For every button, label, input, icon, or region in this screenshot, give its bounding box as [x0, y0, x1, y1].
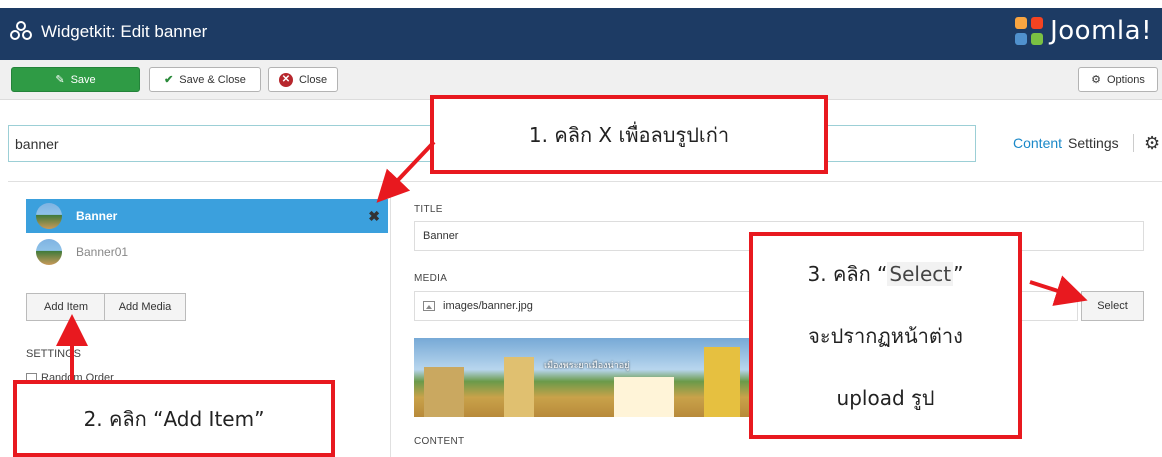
list-item[interactable]: Banner01 [26, 235, 388, 269]
header-top-strip [0, 0, 1162, 8]
page-title: Widgetkit: Edit banner [41, 22, 208, 41]
toolbar: ✎ Save ✔ Save & Close ✕ Close ⚙ Options [0, 60, 1162, 100]
callout-step-3-select-word: Select [887, 262, 954, 286]
callout-step-1: 1. คลิก X เพื่อลบรูปเก่า [430, 95, 828, 174]
temple-shape [504, 357, 534, 417]
save-label: Save [70, 73, 96, 86]
close-label: Close [298, 73, 328, 86]
options-label: Options [1106, 73, 1145, 86]
temple-shape [704, 347, 740, 417]
widgetkit-logo-icon [10, 21, 32, 40]
banner-caption: เมืองพระยาเมืองน่าอยู่ [544, 361, 630, 371]
item-thumbnail [36, 203, 62, 229]
edit-icon: ✎ [55, 74, 65, 86]
settings-heading: SETTINGS [26, 348, 82, 360]
callout-step-3-quote-open: “ [877, 262, 888, 286]
joomla-logo: Joomla! [1012, 14, 1152, 48]
select-button[interactable]: Select [1081, 291, 1144, 321]
callout-step-3: 3. คลิก “Select” จะปรากฏหน้าต่าง upload … [749, 232, 1022, 439]
gear-icon: ⚙ [1091, 74, 1101, 86]
app-header: Widgetkit: Edit banner Joomla! [0, 0, 1162, 60]
callout-step-3-quote-close: ” [953, 262, 964, 286]
title-label: TITLE [414, 204, 443, 215]
callout-step-3-line-2: จะปรากฏหน้าต่าง [808, 324, 963, 348]
save-close-button[interactable]: ✔ Save & Close [149, 67, 261, 92]
item-label: Banner [76, 209, 118, 223]
nav-divider [1132, 134, 1134, 152]
top-nav: Content Settings [1013, 134, 1142, 152]
callout-step-3-prefix: 3. คลิก [807, 262, 878, 286]
callout-step-3-line-3: upload รูป [836, 386, 935, 410]
joomla-brand-text: Joomla! [1050, 16, 1152, 46]
banner-preview-image: เมืองพระยาเมืองน่าอยู่ [414, 338, 753, 417]
item-thumbnail [36, 239, 62, 265]
close-button[interactable]: ✕ Close [268, 67, 338, 92]
add-media-button[interactable]: Add Media [104, 293, 186, 321]
tab-content[interactable]: Content [1013, 135, 1062, 151]
content-label: CONTENT [414, 436, 465, 447]
close-circle-icon: ✕ [278, 72, 293, 87]
options-button[interactable]: ⚙ Options [1078, 67, 1158, 92]
callout-step-2: 2. คลิก “Add Item” [13, 380, 335, 457]
close-icon[interactable]: ✖ [368, 208, 380, 225]
tab-settings[interactable]: Settings [1068, 135, 1119, 151]
temple-shape [424, 367, 464, 417]
item-label: Banner01 [76, 245, 129, 259]
save-button[interactable]: ✎ Save [11, 67, 140, 92]
temple-shape [614, 377, 674, 417]
media-value: images/banner.jpg [443, 300, 533, 312]
list-item[interactable]: Banner ✖ [26, 199, 388, 233]
check-icon: ✔ [164, 74, 174, 86]
callout-step-3-line-1: 3. คลิก “Select” [753, 258, 1018, 290]
save-close-label: Save & Close [179, 73, 246, 86]
image-icon [423, 301, 435, 311]
media-label: MEDIA [414, 273, 448, 284]
gear-icon[interactable]: ⚙ [1144, 133, 1160, 154]
add-item-button[interactable]: Add Item [26, 293, 106, 321]
joomla-mark-icon [1015, 17, 1044, 45]
